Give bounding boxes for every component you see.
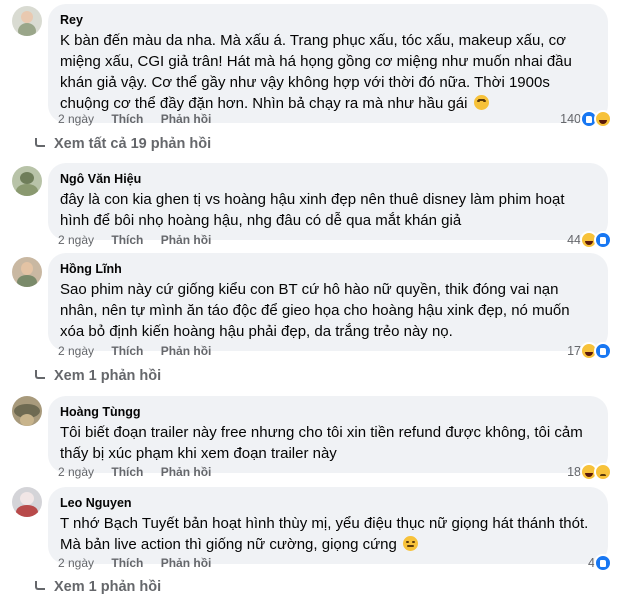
like-reaction-icon xyxy=(594,342,612,360)
comment-text: Sao phim này cứ giống kiểu con BT cứ hô … xyxy=(60,281,570,340)
unamused-face-icon xyxy=(403,536,418,551)
reply-arrow-icon xyxy=(32,370,48,382)
reaction-summary[interactable]: 44 xyxy=(567,231,612,249)
comment-author[interactable]: Rey xyxy=(60,12,596,28)
sad-reaction-icon xyxy=(594,463,612,481)
reaction-summary[interactable]: 17 xyxy=(567,342,612,360)
view-replies-button[interactable]: Xem 1 phản hồi xyxy=(32,368,161,384)
like-button[interactable]: Thích xyxy=(111,344,143,358)
view-replies-button[interactable]: Xem tất cả 19 phản hồi xyxy=(32,136,211,152)
upside-down-face-icon xyxy=(473,95,489,110)
avatar[interactable] xyxy=(12,396,42,426)
like-reaction-icon xyxy=(594,231,612,249)
view-replies-label: Xem tất cả 19 phản hồi xyxy=(54,136,212,152)
like-button[interactable]: Thích xyxy=(111,556,143,570)
reply-arrow-icon xyxy=(32,581,48,593)
like-button[interactable]: Thích xyxy=(111,112,143,126)
reply-button[interactable]: Phản hồi xyxy=(161,233,212,247)
like-button[interactable]: Thích xyxy=(111,233,143,247)
view-replies-label: Xem 1 phản hồi xyxy=(54,579,162,595)
comment-author[interactable]: Hoàng Tùngg xyxy=(60,404,596,420)
comment-text: Tôi biết đoạn trailer này free nhưng cho… xyxy=(60,424,583,462)
reply-button[interactable]: Phản hồi xyxy=(161,112,212,126)
avatar[interactable] xyxy=(12,487,42,517)
avatar[interactable] xyxy=(12,166,42,196)
view-replies-label: Xem 1 phản hồi xyxy=(54,368,162,384)
comment-meta: 2 ngày Thích Phản hồi xyxy=(58,112,225,126)
reaction-count: 44 xyxy=(567,233,581,247)
reply-arrow-icon xyxy=(32,138,48,150)
comment-time[interactable]: 2 ngày xyxy=(58,465,94,479)
comment-author[interactable]: Hồng Lĩnh xyxy=(60,261,596,277)
reaction-count: 17 xyxy=(567,344,581,358)
comment-bubble: Hoàng Tùngg Tôi biết đoạn trailer này fr… xyxy=(48,396,608,473)
reply-button[interactable]: Phản hồi xyxy=(161,465,212,479)
comment-text: T nhớ Bạch Tuyết bản hoạt hình thùy mị, … xyxy=(60,515,589,553)
comment-bubble: Ngô Văn Hiệu đây là con kia ghen tị vs h… xyxy=(48,163,608,240)
reaction-summary[interactable]: 4 xyxy=(588,554,612,572)
comment-text: K bàn đến màu da nha. Mà xấu á. Trang ph… xyxy=(60,32,572,112)
comment-meta: 2 ngày Thích Phản hồi xyxy=(58,556,225,570)
reaction-count: 140 xyxy=(560,112,581,126)
comment-time[interactable]: 2 ngày xyxy=(58,344,94,358)
comment-bubble: Hồng Lĩnh Sao phim này cứ giống kiểu con… xyxy=(48,253,608,351)
comment-bubble: Leo Nguyen T nhớ Bạch Tuyết bản hoạt hìn… xyxy=(48,487,608,564)
comment-time[interactable]: 2 ngày xyxy=(58,233,94,247)
comment-time[interactable]: 2 ngày xyxy=(58,556,94,570)
reaction-count: 18 xyxy=(567,465,581,479)
avatar[interactable] xyxy=(12,6,42,36)
comment-text: đây là con kia ghen tị vs hoàng hậu xinh… xyxy=(60,191,565,229)
comment-author[interactable]: Leo Nguyen xyxy=(60,495,596,511)
view-replies-button[interactable]: Xem 1 phản hồi xyxy=(32,579,161,595)
reaction-summary[interactable]: 18 xyxy=(567,463,612,481)
comment-author[interactable]: Ngô Văn Hiệu xyxy=(60,171,596,187)
like-reaction-icon xyxy=(594,554,612,572)
like-button[interactable]: Thích xyxy=(111,465,143,479)
comment-bubble: Rey K bàn đến màu da nha. Mà xấu á. Tran… xyxy=(48,4,608,123)
reply-button[interactable]: Phản hồi xyxy=(161,556,212,570)
reply-button[interactable]: Phản hồi xyxy=(161,344,212,358)
comment-meta: 2 ngày Thích Phản hồi xyxy=(58,465,225,479)
haha-reaction-icon xyxy=(594,110,612,128)
comment-time[interactable]: 2 ngày xyxy=(58,112,94,126)
comment-meta: 2 ngày Thích Phản hồi xyxy=(58,344,225,358)
reaction-summary[interactable]: 140 xyxy=(560,110,612,128)
avatar[interactable] xyxy=(12,257,42,287)
comment-meta: 2 ngày Thích Phản hồi xyxy=(58,233,225,247)
